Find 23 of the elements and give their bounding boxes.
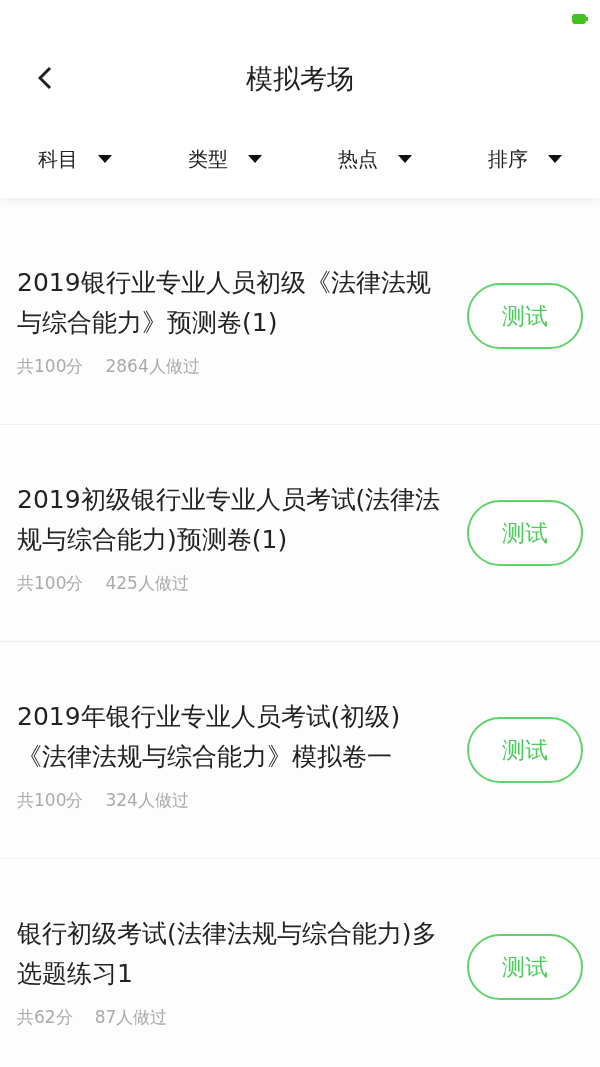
exam-title[interactable]: 银行初级考试(法律法规与综合能力)多选题练习1 bbox=[17, 913, 447, 994]
caret-icon bbox=[248, 155, 262, 163]
back-icon[interactable] bbox=[38, 66, 52, 90]
total-score: 共62分 bbox=[17, 1005, 73, 1029]
battery-icon bbox=[572, 14, 588, 24]
exam-title[interactable]: 2019初级银行业专业人员考试(法律法规与综合能力)预测卷(1) bbox=[17, 479, 447, 560]
total-score: 共100分 bbox=[17, 571, 84, 595]
exam-title[interactable]: 2019银行业专业人员初级《法律法规与综合能力》预测卷(1) bbox=[17, 262, 447, 343]
caret-icon bbox=[548, 155, 562, 163]
filter-dropdown[interactable]: 科目 bbox=[0, 120, 150, 198]
taker-count: 87人做过 bbox=[94, 1005, 168, 1029]
taker-count: 425人做过 bbox=[105, 571, 189, 595]
taker-count: 324人做过 bbox=[105, 788, 189, 812]
filter-dropdown[interactable]: 排序 bbox=[450, 120, 600, 198]
page-title: 模拟考场 bbox=[246, 62, 354, 96]
filter-dropdown[interactable]: 类型 bbox=[150, 120, 300, 198]
caret-icon bbox=[398, 155, 412, 163]
caret-icon bbox=[98, 155, 112, 163]
total-score: 共100分 bbox=[17, 354, 84, 378]
total-score: 共100分 bbox=[17, 788, 84, 812]
exam-title[interactable]: 2019年银行业专业人员考试(初级)《法律法规与综合能力》模拟卷一 bbox=[17, 696, 447, 777]
taker-count: 2864人做过 bbox=[105, 354, 200, 378]
filter-dropdown[interactable]: 热点 bbox=[300, 120, 450, 198]
